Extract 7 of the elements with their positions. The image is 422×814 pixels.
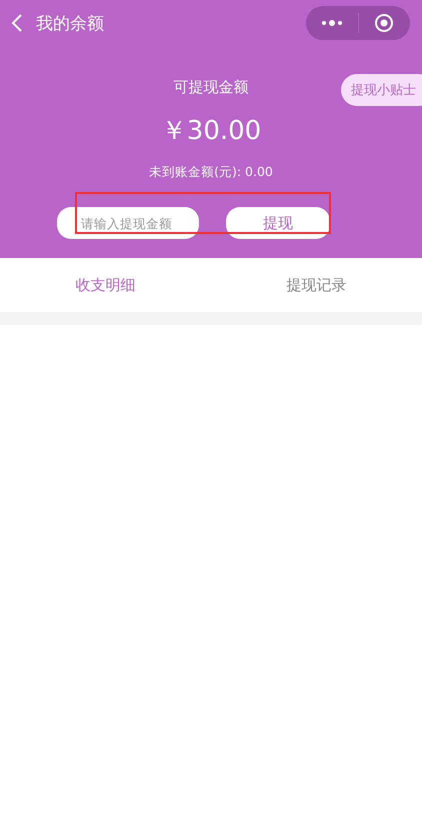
balance-amount: ￥30.00 bbox=[160, 115, 262, 148]
balance-label: 可提现金额 bbox=[174, 78, 248, 97]
pending-amount: 未到账金额(元): 0.00 bbox=[149, 164, 273, 181]
amount-field[interactable]: 请输入提现金额 bbox=[57, 207, 199, 239]
withdraw-button[interactable]: 提现 bbox=[226, 207, 330, 239]
window-title: 我的余额 bbox=[36, 12, 105, 34]
tips-button[interactable]: 提现小贴士 bbox=[341, 74, 422, 106]
